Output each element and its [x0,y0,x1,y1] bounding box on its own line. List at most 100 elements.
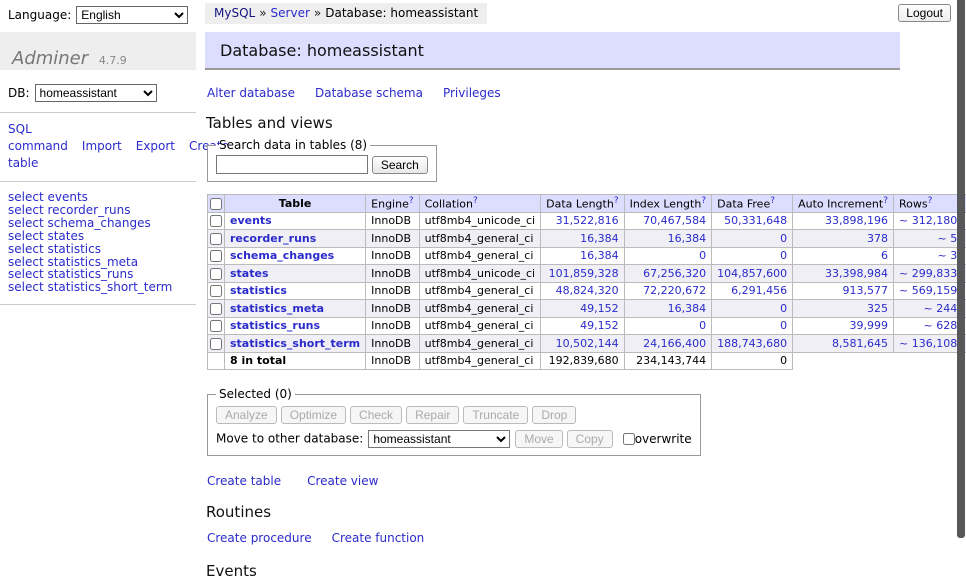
row-checkbox[interactable] [210,285,222,297]
sidebar-select-table-link[interactable]: select schema_changes [8,217,188,230]
sidebar-import-link[interactable]: Import [82,139,122,153]
data-free-cell: 0 [712,230,793,248]
sidebar-select-table-link[interactable]: select events [8,191,188,204]
sidebar-export-link[interactable]: Export [136,139,175,153]
index-length-link[interactable]: 0 [699,319,706,332]
data-length-link[interactable]: 101,859,328 [549,267,619,280]
breadcrumb-mysql-link[interactable]: MySQL [214,6,255,20]
data-length-link[interactable]: 16,384 [580,232,619,245]
create-function-link[interactable]: Create function [332,531,425,545]
data-free-link[interactable]: 0 [780,249,787,262]
column-header: Engine? [366,195,419,213]
auto-increment-link[interactable]: 6 [881,249,888,262]
column-help-link[interactable]: ? [883,196,888,206]
sidebar-select-table-link[interactable]: select statistics [8,243,188,256]
auto-increment-link[interactable]: 33,898,196 [825,214,888,227]
table-name-link[interactable]: schema_changes [230,249,334,262]
data-length-link[interactable]: 49,152 [580,302,619,315]
column-help-link[interactable]: ? [409,196,414,206]
index-length-link[interactable]: 16,384 [668,302,707,315]
create-view-link[interactable]: Create view [307,474,378,488]
row-checkbox[interactable] [210,268,222,280]
data-free-link[interactable]: 104,857,600 [717,267,787,280]
db-select[interactable]: homeassistant [35,84,157,102]
data-free-link[interactable]: 0 [780,319,787,332]
column-help-link[interactable]: ? [473,196,478,206]
auto-increment-link[interactable]: 8,581,645 [832,337,888,350]
index-length-link[interactable]: 67,256,320 [643,267,706,280]
rows-count-link[interactable]: ~ 312,180 [899,214,957,227]
index-length-link[interactable]: 16,384 [668,232,707,245]
copy-button: Copy [567,430,613,448]
column-help-link[interactable]: ? [770,196,775,206]
rows-count-link[interactable]: ~ 628 [923,319,957,332]
table-name-link[interactable]: statistics_runs [230,319,320,332]
total-row-cell [793,352,894,370]
select-all-checkbox[interactable] [210,198,222,210]
auto-increment-link[interactable]: 39,999 [850,319,889,332]
index-length-link[interactable]: 0 [699,249,706,262]
create-procedure-link[interactable]: Create procedure [207,531,312,545]
row-checkbox[interactable] [210,303,222,315]
rows-count-link[interactable]: ~ 3 [937,249,957,262]
auto-increment-link[interactable]: 378 [867,232,888,245]
column-help-link[interactable]: ? [928,196,933,206]
sidebar-select-table-link[interactable]: select recorder_runs [8,204,188,217]
table-name-link[interactable]: events [230,214,272,227]
vertical-scrollbar[interactable] [957,0,965,538]
data-length-link[interactable]: 10,502,144 [556,337,619,350]
rows-count-link[interactable]: ~ 569,159 [899,284,957,297]
rows-count-link[interactable]: ~ 136,108 [899,337,957,350]
rows-count-cell: ~ 5 [894,230,963,248]
rows-count-link[interactable]: ~ 299,833 [899,267,957,280]
column-help-link[interactable]: ? [614,196,619,206]
data-length-link[interactable]: 49,152 [580,319,619,332]
search-button[interactable]: Search [372,156,428,174]
table-name-link[interactable]: statistics_meta [230,302,324,315]
data-free-link[interactable]: 0 [780,302,787,315]
row-checkbox[interactable] [210,320,222,332]
column-help-link[interactable]: ? [701,196,706,206]
privileges-link[interactable]: Privileges [443,86,501,100]
table-name-link[interactable]: statistics_short_term [230,337,360,350]
auto-increment-link[interactable]: 913,577 [843,284,889,297]
data-free-link[interactable]: 0 [780,232,787,245]
rows-count-link[interactable]: ~ 5 [937,232,957,245]
row-checkbox[interactable] [210,338,222,350]
column-header-label: Table [279,197,312,210]
auto-increment-link[interactable]: 33,398,984 [825,267,888,280]
row-checkbox[interactable] [210,215,222,227]
rows-count-link[interactable]: ~ 244 [923,302,957,315]
row-checkbox[interactable] [210,250,222,262]
column-header-label: Collation [425,198,473,211]
data-free-link[interactable]: 188,743,680 [717,337,787,350]
data-length-link[interactable]: 16,384 [580,249,619,262]
alter-database-link[interactable]: Alter database [207,86,295,100]
index-length-link[interactable]: 24,166,400 [643,337,706,350]
table-name-link[interactable]: recorder_runs [230,232,316,245]
data-length-link[interactable]: 48,824,320 [556,284,619,297]
table-name-link[interactable]: states [230,267,269,280]
move-database-select[interactable]: homeassistant [368,430,510,448]
overwrite-checkbox[interactable] [623,433,635,445]
sidebar-select-table-link[interactable]: select statistics_short_term [8,281,188,294]
index-length-link[interactable]: 72,220,672 [643,284,706,297]
data-free-link[interactable]: 6,291,456 [731,284,787,297]
breadcrumb-server-link[interactable]: Server [271,6,310,20]
search-input[interactable] [216,155,368,174]
language-select[interactable]: English [76,6,188,24]
logout-button[interactable]: Logout [898,4,951,22]
data-length-link[interactable]: 31,522,816 [556,214,619,227]
sidebar-sql-command-link[interactable]: SQL command [8,122,68,153]
auto-increment-link[interactable]: 325 [867,302,888,315]
main-content: Alter databaseDatabase schemaPrivileges … [205,70,905,580]
auto-increment-cell: 39,999 [793,317,894,335]
data-free-link[interactable]: 50,331,648 [724,214,787,227]
row-checkbox[interactable] [210,233,222,245]
index-length-link[interactable]: 70,467,584 [643,214,706,227]
database-schema-link[interactable]: Database schema [315,86,423,100]
table-name-link[interactable]: statistics [230,284,287,297]
collation-cell: utf8mb4_unicode_ci [419,212,540,230]
sidebar-select-table-link[interactable]: select states [8,230,188,243]
create-table-link[interactable]: Create table [207,474,281,488]
